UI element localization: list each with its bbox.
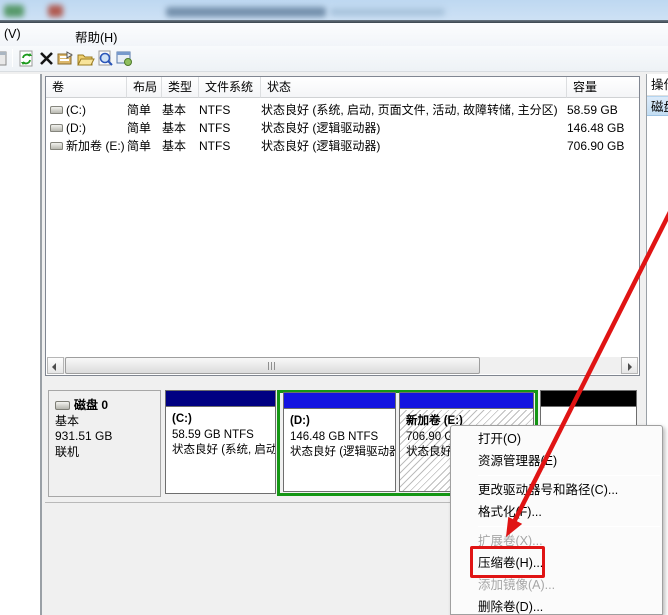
column-header-status[interactable]: 状态 [261, 77, 567, 98]
volume-name: (D:) [66, 121, 86, 135]
unallocated-stripe [541, 391, 636, 407]
volume-drive-icon [50, 124, 63, 132]
menu-item-change-drive-letter[interactable]: 更改驱动器号和路径(C)... [451, 479, 662, 501]
toolbar [0, 46, 668, 72]
volume-capacity: 146.48 GB [567, 119, 639, 137]
volume-status: 状态良好 (逻辑驱动器) [261, 119, 567, 137]
volume-status: 状态良好 (系统, 启动, 页面文件, 活动, 故障转储, 主分区) [261, 101, 567, 119]
volume-drive-icon [50, 106, 63, 114]
disk-size: 931.51 GB [55, 429, 160, 445]
menu-item-format[interactable]: 格式化(F)... [451, 501, 662, 523]
console-tree-pane[interactable] [0, 74, 42, 615]
open-folder-icon[interactable] [76, 49, 95, 68]
primary-partition-stripe [166, 391, 275, 407]
menu-item-open[interactable]: 打开(O) [451, 428, 662, 450]
volume-capacity: 58.59 GB [567, 101, 639, 119]
help-search-icon[interactable] [96, 49, 115, 68]
actions-pane-title: 操作 [647, 74, 668, 96]
console-window-icon[interactable] [0, 49, 9, 68]
partition-status: 状态良好 (逻辑驱动器) [290, 445, 395, 461]
column-header-layout[interactable]: 布局 [127, 77, 162, 98]
blur-blob-green [4, 5, 24, 17]
menu-item-explorer[interactable]: 资源管理器(E) [451, 450, 662, 472]
toolbar-separator [12, 49, 13, 67]
refresh-icon[interactable] [17, 49, 36, 68]
volume-layout: 简单 [127, 137, 162, 155]
partition-status: 状态良好 (系统, 启动, 页面文件, [172, 443, 275, 459]
scrollbar-thumb[interactable] [65, 357, 480, 374]
partition-name: (C:) [172, 412, 275, 428]
menu-item-help[interactable]: 帮助(H) [75, 27, 117, 46]
column-header-type[interactable]: 类型 [162, 77, 199, 98]
shrink-volume-highlight-box [470, 546, 545, 578]
volume-layout: 简单 [127, 101, 162, 119]
volume-status: 状态良好 (逻辑驱动器) [261, 137, 567, 155]
partition-capacity: 146.48 GB NTFS [290, 430, 395, 446]
blur-blob-text2 [330, 8, 445, 16]
logical-drive-stripe [400, 393, 533, 409]
properties-icon[interactable] [56, 49, 75, 68]
scroll-left-button[interactable] [47, 357, 64, 374]
disk-name: 磁盘 0 [74, 398, 108, 412]
background-blur-strip [0, 0, 668, 22]
actions-item-disk-management[interactable]: 磁盘管理 [647, 96, 668, 116]
volume-list: 卷 布局 类型 文件系统 状态 容量 (C:) 简单 基本 NTFS 状态良好 … [45, 76, 640, 376]
disk-type: 基本 [55, 414, 160, 430]
volume-drive-icon [50, 142, 63, 150]
volume-context-menu: 打开(O) 资源管理器(E) 更改驱动器号和路径(C)... 格式化(F)...… [450, 425, 663, 615]
scrollbar-grip [268, 362, 277, 370]
volume-layout: 简单 [127, 119, 162, 137]
blur-blob-text [166, 7, 326, 17]
disk-status: 联机 [55, 445, 160, 461]
volume-filesystem: NTFS [199, 101, 261, 119]
scroll-right-button[interactable] [621, 357, 638, 374]
volume-type: 基本 [162, 101, 199, 119]
volume-name: 新加卷 (E:) [66, 139, 125, 153]
column-header-capacity[interactable]: 容量 [567, 77, 639, 98]
column-header-filesystem[interactable]: 文件系统 [199, 77, 261, 98]
disk-icon [55, 401, 70, 410]
menu-item-view[interactable]: (V) [4, 27, 21, 41]
menu-separator [478, 526, 660, 527]
delete-icon[interactable] [37, 49, 56, 68]
volume-type: 基本 [162, 119, 199, 137]
horizontal-scrollbar[interactable] [47, 357, 638, 374]
menu-separator [478, 475, 660, 476]
settings-window-icon[interactable] [115, 49, 134, 68]
partition-c[interactable]: (C:) 58.59 GB NTFS 状态良好 (系统, 启动, 页面文件, [165, 390, 276, 494]
volume-filesystem: NTFS [199, 137, 261, 155]
partition-capacity: 58.59 GB NTFS [172, 428, 275, 444]
volume-name: (C:) [66, 103, 86, 117]
volume-type: 基本 [162, 137, 199, 155]
column-header-volume[interactable]: 卷 [46, 77, 127, 98]
menu-bar: (V) 帮助(H) [0, 23, 668, 46]
disk0-header-cell[interactable]: 磁盘 0 基本 931.51 GB 联机 [48, 390, 161, 497]
partition-d[interactable]: (D:) 146.48 GB NTFS 状态良好 (逻辑驱动器) [283, 392, 396, 492]
partition-name: (D:) [290, 414, 395, 430]
volume-filesystem: NTFS [199, 119, 261, 137]
volume-capacity: 706.90 GB [567, 137, 639, 155]
logical-drive-stripe [284, 393, 395, 409]
menu-item-delete-volume[interactable]: 删除卷(D)... [451, 596, 662, 615]
blur-blob-red [48, 5, 63, 17]
